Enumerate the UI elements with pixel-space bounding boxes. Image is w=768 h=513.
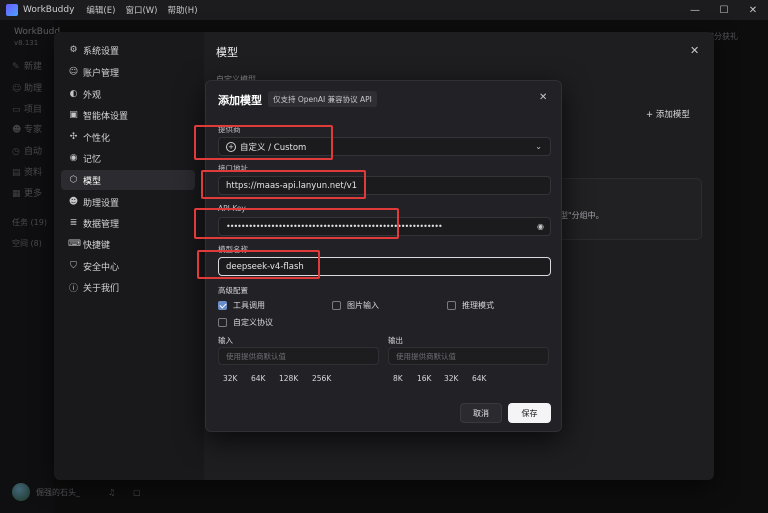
nav-item-assistant-settings[interactable]: ☻ 助理设置 [61,192,195,212]
assistant-icon: ☻ [68,197,79,207]
reasoning-checkbox[interactable]: 推理模式 [447,300,494,311]
custom-protocol-checkbox[interactable]: 自定义协议 [218,317,273,328]
annotation-box-model-name [197,250,320,279]
advanced-label: 高级配置 [218,286,248,295]
output-limit-field[interactable]: 使用提供商默认值 [388,347,549,365]
image-input-checkbox[interactable]: 图片输入 [332,300,379,311]
page-title: 模型 [216,46,238,59]
model-group-hint: 型"分组中。 [560,211,604,220]
sparkle-icon: ✣ [69,132,78,142]
input-preset-32k[interactable]: 32K [223,374,237,383]
dialog-title: 添加模型 [218,94,262,107]
nav-item-account[interactable]: ☺ 账户管理 [61,62,195,82]
cancel-button[interactable]: 取消 [460,403,502,423]
input-preset-64k[interactable]: 64K [251,374,265,383]
palette-icon: ◐ [69,89,78,99]
input-preset-256k[interactable]: 256K [312,374,331,383]
protocol-badge: 仅支持 OpenAI 兼容协议 API [268,91,377,107]
chevron-down-icon: ⌄ [535,142,542,151]
annotation-box-endpoint [201,170,366,199]
checkbox-icon [447,301,456,310]
title-bar: WorkBuddy 编辑(E) 窗口(W) 帮助(H) — ☐ ✕ [0,0,768,20]
nav-item-appearance[interactable]: ◐ 外观 [61,84,195,104]
output-preset-64k[interactable]: 64K [472,374,486,383]
nav-item-about[interactable]: ⓘ 关于我们 [61,277,195,297]
input-limit-field[interactable]: 使用提供商默认值 [218,347,379,365]
output-preset-8k[interactable]: 8K [393,374,403,383]
close-window-button[interactable]: ✕ [740,0,766,20]
checkbox-icon [332,301,341,310]
checkbox-checked-icon [218,301,227,310]
nav-item-personalize[interactable]: ✣ 个性化 [61,127,195,147]
nav-item-data[interactable]: ≣ 数据管理 [61,213,195,233]
menu-help[interactable]: 帮助(H) [167,4,197,16]
output-preset-32k[interactable]: 32K [444,374,458,383]
app-logo-icon [6,4,18,16]
shield-icon: ⛉ [70,261,77,271]
nav-item-shortcuts[interactable]: ⌨ 快捷键 [61,234,195,254]
add-model-button[interactable]: + 添加模型 [646,108,690,120]
cube-icon: ⬡ [69,175,78,185]
output-preset-16k[interactable]: 16K [417,374,431,383]
keyboard-icon: ⌨ [68,239,81,249]
nav-item-system[interactable]: ⚙ 系统设置 [61,40,195,60]
gear-icon: ⚙ [69,45,78,55]
bot-icon: ▣ [69,110,78,120]
user-icon: ☺ [68,67,79,77]
info-icon: ⓘ [68,283,78,294]
checkbox-icon [218,318,227,327]
save-button[interactable]: 保存 [508,403,551,423]
minimize-button[interactable]: — [682,0,708,20]
tool-call-checkbox[interactable]: 工具调用 [218,300,265,311]
database-icon: ≣ [69,218,78,228]
menu-window[interactable]: 窗口(W) [125,4,157,16]
menu-edit[interactable]: 编辑(E) [86,4,115,16]
app-name: WorkBuddy [23,5,75,15]
eye-icon[interactable]: ◉ [537,222,544,231]
nav-item-model[interactable]: ⬡ 模型 [61,170,195,190]
settings-close-icon[interactable]: ✕ [690,44,699,57]
nav-item-security[interactable]: ⛉ 安全中心 [61,256,195,276]
settings-nav: ⚙ 系统设置 ☺ 账户管理 ◐ 外观 ▣ 智能体设置 ✣ 个性化 ◉ 记忆 ⬡ 模型 ☻ 助理设… [54,32,204,480]
output-label: 输出 [388,336,403,345]
pin-icon: ◉ [69,153,78,163]
dialog-close-icon[interactable]: ✕ [539,92,547,103]
input-preset-128k[interactable]: 128K [279,374,298,383]
input-label: 输入 [218,336,233,345]
nav-item-agent[interactable]: ▣ 智能体设置 [61,105,195,125]
annotation-box-apikey [194,208,399,239]
annotation-box-provider [194,125,333,160]
maximize-button[interactable]: ☐ [711,0,737,20]
nav-item-memory[interactable]: ◉ 记忆 [61,148,195,168]
